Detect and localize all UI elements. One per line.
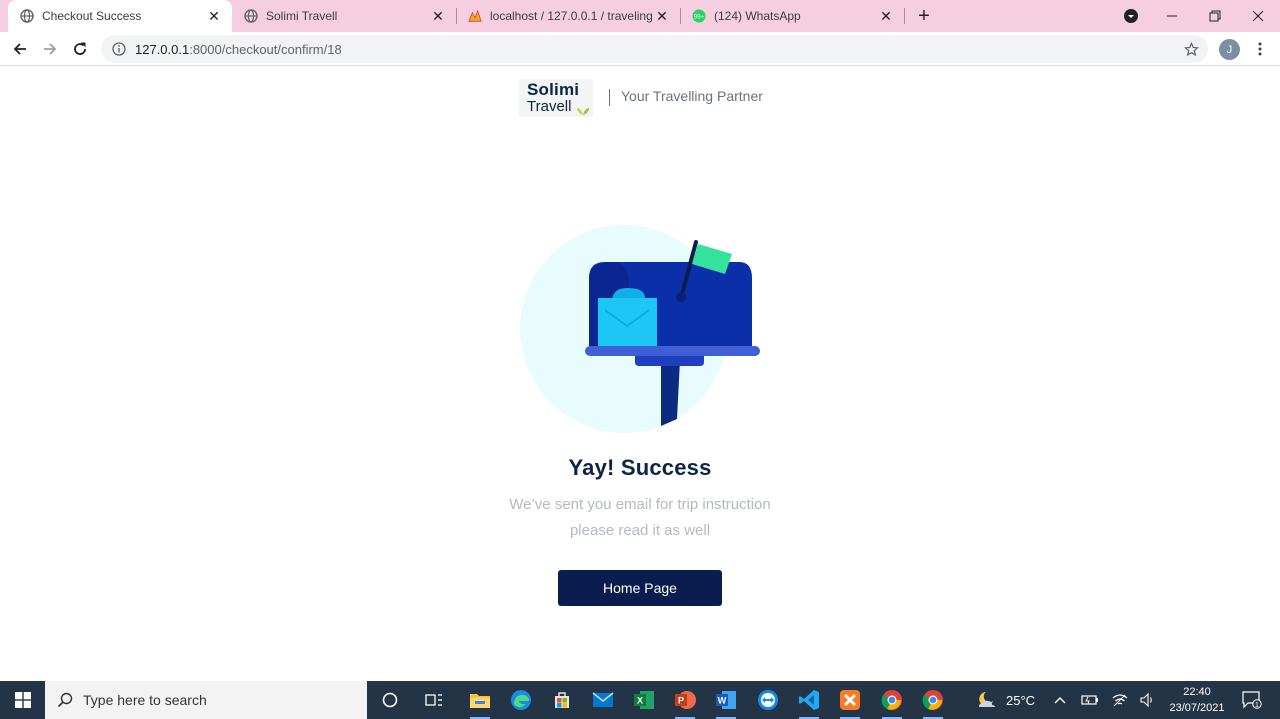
file-explorer-icon[interactable] xyxy=(466,686,494,719)
url-path: :8000/checkout/confirm/18 xyxy=(189,41,342,57)
word-icon[interactable]: W xyxy=(712,686,740,719)
task-view-icon[interactable] xyxy=(420,686,448,714)
cortana-icon[interactable] xyxy=(376,686,404,714)
svg-text:P: P xyxy=(678,696,684,706)
notification-count: 1 xyxy=(1255,702,1259,709)
close-icon[interactable]: ✕ xyxy=(652,6,672,26)
whatsapp-badge: 99+ xyxy=(694,15,705,21)
notification-center-icon[interactable]: 1 xyxy=(1238,686,1266,714)
tab-title: (124) WhatsApp xyxy=(714,9,801,23)
whatsapp-icon: 99+ xyxy=(692,9,706,23)
brand-logo[interactable]: Solimi Travell xyxy=(519,79,593,117)
search-placeholder: Type here to search xyxy=(83,692,207,708)
tab-checkout-success[interactable]: Checkout Success ✕ xyxy=(8,0,232,32)
close-window-button[interactable] xyxy=(1236,0,1280,32)
success-message-line1: We’ve sent you email for trip instructio… xyxy=(509,496,771,513)
mailbox-envelope xyxy=(598,298,657,350)
taskbar-search-box[interactable]: Type here to search xyxy=(45,681,367,719)
tab-whatsapp[interactable]: 99+ (124) WhatsApp ✕ xyxy=(680,0,904,32)
chrome-icon[interactable] xyxy=(919,686,947,719)
minimize-button[interactable] xyxy=(1150,0,1194,32)
url-host: 127.0.0.1 xyxy=(135,41,190,57)
close-icon[interactable]: ✕ xyxy=(204,6,224,26)
weather-icon[interactable] xyxy=(973,686,1001,714)
mailbox-illustration xyxy=(520,225,760,433)
url-text: 127.0.0.1:8000/checkout/confirm/18 xyxy=(135,42,342,57)
tab-search-button[interactable] xyxy=(1109,0,1153,32)
svg-text:X: X xyxy=(637,696,643,706)
profile-avatar[interactable]: J xyxy=(1219,39,1240,60)
restore-button[interactable] xyxy=(1193,0,1237,32)
vscode-icon[interactable] xyxy=(795,686,823,719)
tab-title: Checkout Success xyxy=(42,9,142,23)
svg-text:W: W xyxy=(718,696,727,706)
wifi-icon[interactable] xyxy=(1106,686,1134,714)
tab-localhost-phpmyadmin[interactable]: localhost / 127.0.0.1 / travelingku ✕ xyxy=(456,0,680,32)
close-icon[interactable]: ✕ xyxy=(428,6,448,26)
success-message: We’ve sent you email for trip instructio… xyxy=(0,492,1280,544)
edge-icon[interactable] xyxy=(507,686,535,714)
store-icon[interactable] xyxy=(548,686,576,714)
globe-icon xyxy=(20,9,34,23)
windows-start-button[interactable] xyxy=(0,681,45,719)
mailbox-base xyxy=(635,356,704,366)
teamviewer-icon[interactable] xyxy=(754,686,782,714)
brand-logo-line1: Solimi xyxy=(527,80,580,99)
close-icon[interactable]: ✕ xyxy=(876,6,896,26)
phpmyadmin-icon xyxy=(468,9,482,23)
success-title: Yay! Success xyxy=(568,455,712,480)
leaf-icon xyxy=(577,108,589,115)
tab-title: localhost / 127.0.0.1 / travelingku xyxy=(490,9,652,23)
battery-icon[interactable] xyxy=(1076,686,1104,714)
windows-logo-icon xyxy=(14,692,31,708)
globe-icon xyxy=(244,9,258,23)
mailbox-tray xyxy=(585,346,760,356)
home-page-button[interactable]: Home Page xyxy=(558,570,722,606)
tab-separator xyxy=(904,8,905,24)
forward-button[interactable] xyxy=(36,35,64,63)
bookmark-star-icon[interactable] xyxy=(1182,40,1200,58)
weather-temperature[interactable]: 25°C xyxy=(1006,693,1035,708)
clock-time: 22:40 xyxy=(1183,686,1211,698)
brand-divider xyxy=(609,89,610,106)
brand-logo-line2: Travell xyxy=(527,98,572,115)
browser-tab-strip: Checkout Success ✕ Solimi Travell ✕ loca… xyxy=(0,0,1280,32)
excel-icon[interactable]: X xyxy=(630,686,658,714)
back-button[interactable] xyxy=(6,35,34,63)
volume-icon[interactable] xyxy=(1134,686,1162,714)
flag-pivot xyxy=(676,292,686,302)
browser-menu-icon[interactable] xyxy=(1250,37,1270,61)
checkout-success-page: Solimi Travell Your Travelling Partner Y… xyxy=(0,67,1280,681)
info-icon[interactable] xyxy=(111,41,127,57)
chevron-up-icon[interactable] xyxy=(1046,686,1074,714)
chrome-icon[interactable] xyxy=(878,686,906,719)
reload-button[interactable] xyxy=(66,35,94,63)
taskbar-clock[interactable]: 22:40 23/07/2021 xyxy=(1165,684,1229,716)
clock-date: 23/07/2021 xyxy=(1169,702,1225,714)
tab-solimi-travell[interactable]: Solimi Travell ✕ xyxy=(232,0,456,32)
mail-icon[interactable] xyxy=(589,686,617,714)
xampp-icon[interactable] xyxy=(836,686,864,719)
browser-toolbar: 127.0.0.1:8000/checkout/confirm/18 xyxy=(0,32,1280,66)
brand-tagline: Your Travelling Partner xyxy=(621,88,763,104)
new-tab-button[interactable]: + xyxy=(912,4,936,28)
powerpoint-icon[interactable]: P xyxy=(671,686,699,719)
success-message-line2: please read it as well xyxy=(569,522,711,539)
tab-title: Solimi Travell xyxy=(266,9,338,23)
address-bar[interactable]: 127.0.0.1:8000/checkout/confirm/18 xyxy=(101,35,1208,63)
windows-taskbar: Type here to search X P W 25°C 22:40 23/… xyxy=(0,681,1280,719)
search-icon xyxy=(57,692,73,708)
